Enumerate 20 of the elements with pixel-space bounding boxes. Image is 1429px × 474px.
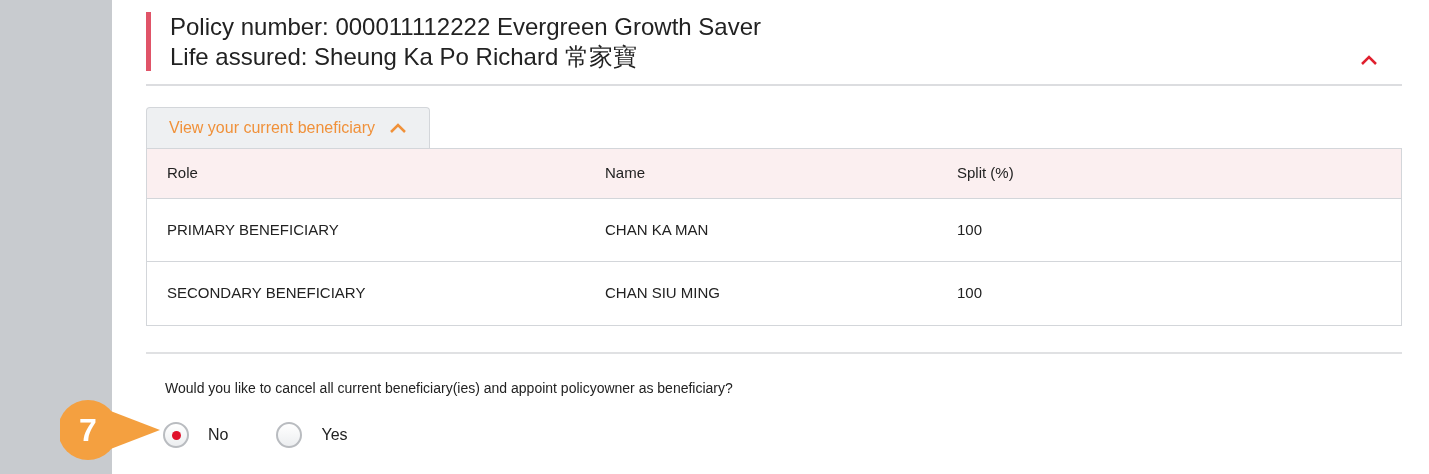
chevron-up-icon xyxy=(389,123,408,133)
option-label: Yes xyxy=(321,425,348,445)
accent-bar xyxy=(146,12,151,71)
column-header: Name xyxy=(605,163,646,184)
table-cell-text: 100 xyxy=(957,219,984,240)
column-header: Role xyxy=(167,163,199,184)
table-cell-text: PRIMARY BENEFICIARY xyxy=(167,219,340,240)
radio-button[interactable] xyxy=(163,422,189,448)
option-label: No xyxy=(208,425,229,445)
life-assured: Life assured: Sheung Ka Po Richard 常家寶 xyxy=(170,42,638,72)
chevron-up-icon xyxy=(1360,55,1378,65)
table-cell-text: 100 xyxy=(957,283,984,304)
beneficiary-tab[interactable]: View your current beneficiary xyxy=(146,107,431,148)
policy-number: Policy number: 000011112222 Evergreen Growth Saver xyxy=(170,12,762,42)
table-cell-text: CHAN KA MAN xyxy=(605,219,710,240)
question-text: Would you like to cancel all current beneficiary(ies) and appoint policyowner as beneficiary? xyxy=(164,379,734,398)
radio-button[interactable] xyxy=(276,422,303,448)
column-header: Split (%) xyxy=(957,163,1015,184)
table-cell-text: SECONDARY BENEFICIARY xyxy=(167,283,367,304)
table-cell-text: CHAN SIU MING xyxy=(605,283,721,304)
